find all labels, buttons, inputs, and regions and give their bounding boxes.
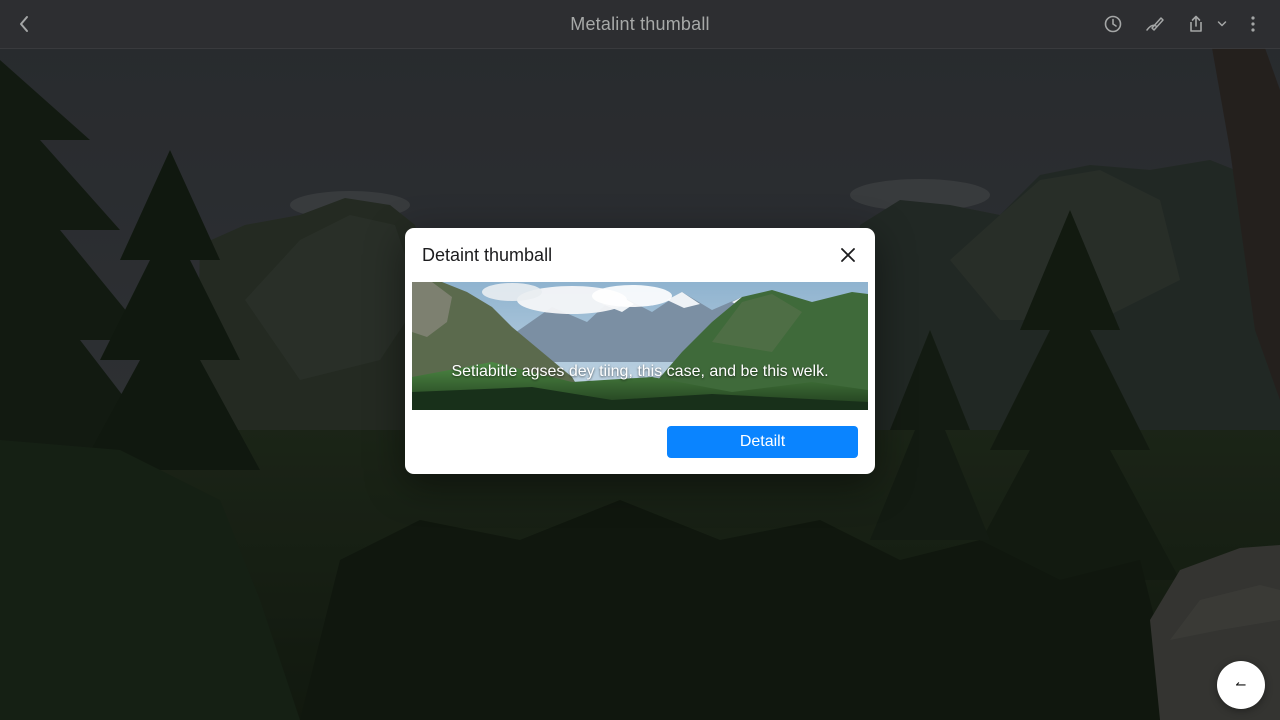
chevron-down-icon [1217, 21, 1227, 27]
markup-button[interactable] [1143, 12, 1167, 36]
detail-button[interactable]: Detailt [667, 426, 858, 458]
markup-pen-icon [1146, 17, 1164, 31]
compact-glyph-icon: ↼ [1235, 677, 1247, 693]
thumbnail-dialog: Detaint thumball Setiabitle agses dey ti… [405, 228, 875, 474]
app-window: Metalint thumball Detaint thumball Setia… [0, 0, 1280, 720]
window-title: Metalint thumball [570, 14, 710, 34]
top-bar: Metalint thumball [0, 0, 1280, 49]
share-button[interactable] [1184, 12, 1208, 36]
share-icon [1190, 15, 1202, 32]
thumbnail-caption: Setiabitle agses dey tiing, this case, a… [451, 363, 829, 380]
history-icon [1104, 15, 1122, 33]
dialog-title: Detaint thumball [422, 245, 553, 265]
close-button[interactable] [838, 245, 858, 265]
share-options-dropdown[interactable] [1213, 12, 1231, 36]
history-button[interactable] [1101, 12, 1125, 36]
more-vertical-icon [1251, 16, 1255, 32]
mountain-valley-thumbnail-image [412, 282, 868, 410]
floating-action-button[interactable]: ↼ [1217, 661, 1265, 709]
more-options-button[interactable] [1241, 12, 1265, 36]
close-icon [841, 248, 855, 262]
thumbnail-preview: Setiabitle agses dey tiing, this case, a… [412, 282, 868, 410]
